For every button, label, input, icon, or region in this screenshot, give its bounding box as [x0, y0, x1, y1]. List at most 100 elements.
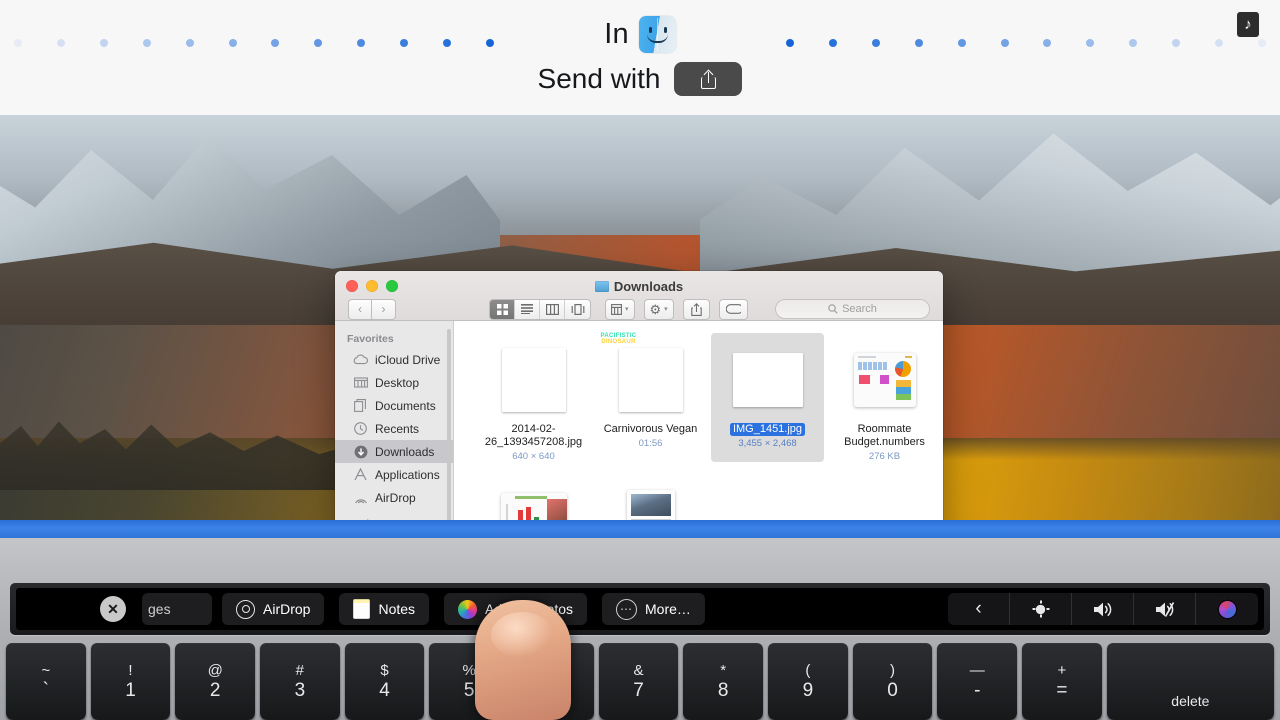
sidebar-item-icloud-drive[interactable]: iCloud Drive	[335, 348, 453, 371]
sidebar-section-devices: Devices	[335, 509, 453, 520]
key-lower: 9	[802, 679, 814, 701]
sidebar-item-documents[interactable]: Documents	[335, 394, 453, 417]
key-upper: +	[1057, 661, 1067, 679]
chevron-left-icon: ‹	[975, 598, 982, 619]
key-9[interactable]: ( 9	[768, 643, 848, 720]
screen-bottom-band	[0, 520, 1280, 538]
sidebar-item-airdrop[interactable]: AirDrop	[335, 486, 453, 509]
banner-line-action: Send with	[0, 62, 1280, 96]
edit-tags-button[interactable]	[718, 298, 748, 320]
window-title-text: Downloads	[613, 279, 684, 294]
file-item-winter-hikes[interactable]: Winter Hikes.pages 4.2 MB	[594, 474, 707, 520]
key-delete[interactable]: delete	[1106, 643, 1275, 720]
key-3[interactable]: # 3	[260, 643, 340, 720]
file-item-whitestone-farm[interactable]: WhitestoneFarm.numbers 889 KB	[477, 474, 590, 520]
control-strip[interactable]: ‹	[948, 593, 1258, 625]
touchbar-notes-button[interactable]: Notes	[339, 593, 430, 625]
folder-icon	[594, 281, 609, 292]
music-note-icon: ♪	[1237, 12, 1259, 37]
file-item-img-1451[interactable]: IMG_1451.jpg 3,455 × 2,468	[711, 333, 824, 462]
list-view-button[interactable]	[515, 299, 540, 319]
file-grid-row: 2014-02-26_1393457208.jpg 640 × 640 PACI…	[475, 333, 943, 462]
key-2[interactable]: @ 2	[175, 643, 256, 720]
key-8[interactable]: * 8	[683, 643, 764, 720]
key-upper: !	[128, 661, 133, 679]
file-name: 2014-02-26_1393457208.jpg	[484, 423, 583, 448]
forward-button[interactable]: ›	[372, 298, 396, 320]
key-lower: 3	[294, 679, 306, 701]
file-grid-row: WhitestoneFarm.numbers 889 KB	[475, 474, 943, 520]
finder-toolbar[interactable]: ‹ › ▾ ⚙ ▾ Search	[335, 297, 943, 321]
touchbar-button-label: Notes	[378, 601, 416, 617]
arrange-by-button[interactable]: ▾	[605, 298, 635, 320]
file-meta: 640 × 640	[512, 451, 555, 462]
airdrop-icon	[236, 599, 255, 619]
applications-icon	[353, 467, 368, 482]
key-equals[interactable]: + =	[1022, 643, 1102, 720]
banner-line-app: In	[0, 16, 1280, 53]
key-7[interactable]: & 7	[598, 643, 679, 720]
sidebar-item-recents[interactable]: Recents	[335, 417, 453, 440]
touchbar-more-button[interactable]: ⋯ More…	[602, 593, 705, 625]
key-upper: )	[890, 661, 896, 679]
gallery-view-button[interactable]	[565, 300, 590, 319]
touch-bar[interactable]: ✕ ges AirDrop Notes Add to Photos ⋯ More…	[16, 588, 1264, 630]
siri-button[interactable]	[1196, 593, 1258, 625]
key-minus[interactable]: — -	[937, 643, 1018, 720]
view-mode-group[interactable]	[489, 298, 591, 320]
key-lower: 4	[379, 679, 390, 701]
navigation-buttons[interactable]: ‹ ›	[348, 298, 396, 320]
key-lower: 5	[463, 679, 475, 701]
mute-button[interactable]	[1134, 593, 1196, 625]
touchbar-button-label: More…	[645, 601, 691, 617]
finder-sidebar[interactable]: Favorites iCloud Drive Desktop Documents…	[335, 321, 454, 520]
banner-send-label: Send with	[537, 63, 661, 94]
file-item-roommate-budget[interactable]: Roommate Budget.numbers 276 KB	[828, 333, 941, 462]
key-1[interactable]: ! 1	[90, 643, 171, 720]
brightness-icon	[1032, 600, 1049, 618]
expand-control-strip-button[interactable]: ‹	[948, 593, 1010, 625]
file-meta: 3,455 × 2,468	[738, 438, 797, 449]
instruction-banner: In Send with ♪	[0, 0, 1280, 115]
brightness-button[interactable]	[1010, 593, 1072, 625]
key-4[interactable]: $ 4	[344, 643, 425, 720]
key-tilde[interactable]: ~ `	[6, 643, 86, 720]
key-lower: =	[1056, 679, 1068, 701]
file-name: Carnivorous Vegan	[603, 423, 698, 435]
back-button[interactable]: ‹	[348, 298, 372, 320]
music-note-glyph: ♪	[1244, 16, 1252, 33]
sidebar-item-applications[interactable]: Applications	[335, 463, 453, 486]
key-lower: delete	[1171, 693, 1210, 709]
touch-bar-frame: ✕ ges AirDrop Notes Add to Photos ⋯ More…	[10, 583, 1270, 635]
file-item-orchid[interactable]: 2014-02-26_1393457208.jpg 640 × 640	[477, 333, 590, 462]
keyboard-number-row[interactable]: ~ ` ! 1 @ 2 # 3 $ 4 % 5 ^ 6 & 7 * 8 ( 9 …	[6, 643, 1275, 720]
key-0[interactable]: ) 0	[852, 643, 933, 720]
share-button[interactable]	[682, 298, 710, 320]
close-icon: ✕	[107, 600, 119, 617]
file-item-carnivorous-vegan[interactable]: PACIFISTIC DINOSAUR Carnivorous Vegan 01…	[594, 333, 707, 462]
file-name: IMG_1451.jpg	[729, 423, 806, 436]
touchbar-truncated-item[interactable]: ges	[142, 593, 212, 625]
action-gear-button[interactable]: ⚙ ▾	[643, 298, 674, 320]
thumbnail	[501, 337, 566, 423]
file-grid[interactable]: 2014-02-26_1393457208.jpg 640 × 640 PACI…	[454, 321, 943, 520]
close-share-sheet-button[interactable]: ✕	[100, 596, 126, 622]
sidebar-scrollbar[interactable]	[447, 329, 451, 520]
photos-icon	[458, 599, 478, 619]
column-view-button[interactable]	[540, 299, 565, 319]
thumbnail	[626, 478, 675, 520]
numbers-document-icon	[853, 353, 916, 407]
touchbar-airdrop-button[interactable]: AirDrop	[222, 593, 325, 625]
window-title: Downloads	[335, 279, 943, 294]
sidebar-item-downloads[interactable]: Downloads	[335, 440, 453, 463]
volume-button[interactable]	[1072, 593, 1134, 625]
finder-titlebar[interactable]: Downloads ‹ › ▾ ⚙ ▾ Search	[335, 271, 943, 321]
key-upper: %	[462, 661, 476, 679]
search-input[interactable]: Search	[775, 299, 930, 319]
thumbnail	[500, 478, 567, 520]
finder-window[interactable]: Downloads ‹ › ▾ ⚙ ▾ Search Favorites iCl…	[335, 271, 943, 520]
pages-document-icon	[626, 490, 675, 520]
sidebar-item-label: Desktop	[375, 375, 420, 390]
sidebar-item-desktop[interactable]: Desktop	[335, 371, 453, 394]
icon-view-button[interactable]	[490, 299, 515, 319]
